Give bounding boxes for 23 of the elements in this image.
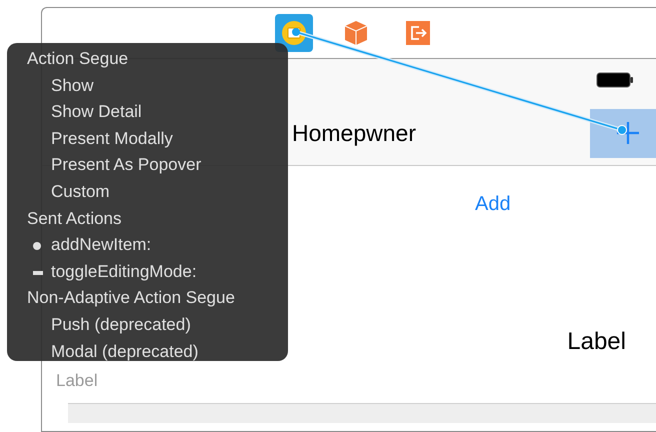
connected-dot-icon: [33, 242, 41, 250]
battery-icon: [596, 72, 634, 88]
menu-item[interactable]: Push (deprecated): [7, 312, 288, 339]
unconnected-dash-icon: [33, 270, 43, 275]
cell-label: Label: [567, 330, 626, 354]
exit-icon: [406, 21, 430, 45]
menu-item[interactable]: Custom: [7, 178, 288, 206]
plus-icon: [616, 121, 640, 145]
menu-item[interactable]: Show Detail: [7, 99, 288, 126]
add-bar-button[interactable]: [590, 108, 656, 158]
menu-item[interactable]: addNewItem:: [7, 232, 288, 259]
cell-subtitle-label: Label: [56, 372, 99, 389]
cube-icon: [344, 20, 368, 46]
add-button[interactable]: Add: [475, 188, 511, 218]
navigation-title: Homepwner: [292, 118, 416, 148]
menu-item[interactable]: Present As Popover: [7, 152, 288, 179]
menu-item[interactable]: Show: [7, 72, 288, 100]
menu-item[interactable]: Present Modally: [7, 126, 288, 152]
menu-item[interactable]: Modal (deprecated): [7, 338, 288, 366]
menu-section-title: Non-Adaptive Action Segue: [26, 287, 236, 310]
menu-section-title: Action Segue: [26, 48, 130, 70]
menu-section-title: Sent Actions: [26, 208, 123, 230]
menu-item[interactable]: toggleEditingMode:: [7, 258, 288, 286]
